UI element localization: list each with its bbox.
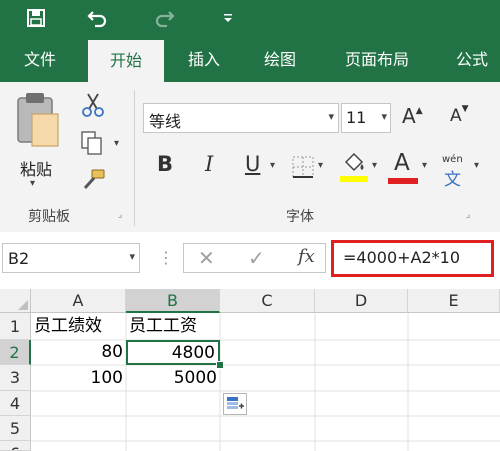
column-header-d[interactable]: D — [315, 289, 408, 313]
fill-color-dropdown-icon[interactable]: ▾ — [372, 160, 377, 171]
grow-font-arrow-icon: ▲ — [415, 106, 423, 116]
ribbon-tabs: 文件 开始 插入 绘图 页面布局 公式 — [0, 38, 500, 82]
paste-icon[interactable] — [12, 92, 64, 150]
tab-file[interactable]: 文件 — [8, 38, 72, 82]
shrink-font-button[interactable]: A▼ — [450, 104, 469, 126]
font-color-dropdown-icon[interactable]: ▾ — [422, 160, 427, 171]
italic-button[interactable]: I — [205, 152, 213, 176]
paste-label[interactable]: 粘贴 — [14, 156, 58, 180]
format-painter-icon[interactable] — [80, 168, 106, 192]
cell-a3[interactable]: 100 — [31, 365, 126, 391]
font-size-combobox[interactable]: 11 ▾ — [341, 103, 391, 133]
borders-dropdown-icon[interactable]: ▾ — [318, 160, 323, 171]
font-color-label: A — [394, 150, 410, 176]
formula-bar-buttons: ✕ ✓ fx — [183, 243, 326, 273]
clipboard-dialog-launcher-icon[interactable]: ⌟ — [118, 210, 122, 220]
row-header-4[interactable]: 4 — [0, 391, 31, 416]
tab-home[interactable]: 开始 — [88, 40, 164, 82]
auto-fill-options-icon[interactable] — [223, 393, 247, 415]
phonetic-bottom-label: 文 — [444, 170, 461, 190]
font-size-dropdown-icon[interactable]: ▾ — [381, 110, 387, 123]
name-box-value: B2 — [8, 249, 30, 268]
row-header-3[interactable]: 3 — [0, 365, 31, 391]
clipboard-group-label: 剪贴板 — [28, 209, 70, 225]
font-color-button[interactable]: A — [388, 150, 418, 184]
column-header-b[interactable]: B — [126, 289, 220, 313]
phonetic-dropdown-icon[interactable]: ▾ — [474, 160, 479, 171]
shrink-font-arrow-icon: ▼ — [461, 104, 469, 114]
name-box-dropdown-icon[interactable]: ▾ — [129, 250, 135, 263]
undo-icon[interactable] — [84, 5, 112, 31]
font-color-swatch — [388, 178, 418, 184]
bold-button[interactable]: B — [157, 152, 173, 176]
ribbon-home: 粘贴 ▾ ▾ 剪贴板 ⌟ 等线 ▾ 11 ▾ A▲ A▼ B I U ▾ ▾ ▾… — [0, 82, 500, 233]
column-header-e[interactable]: E — [408, 289, 500, 313]
font-name-value: 等线 — [149, 112, 182, 131]
borders-icon[interactable] — [292, 156, 314, 178]
copy-icon[interactable] — [80, 130, 104, 156]
cancel-icon[interactable]: ✕ — [198, 246, 215, 270]
row-header-2[interactable]: 2 — [0, 340, 31, 365]
cut-icon[interactable] — [80, 92, 106, 118]
cell-b3[interactable]: 5000 — [126, 365, 220, 391]
fill-color-icon[interactable] — [340, 152, 368, 182]
insert-function-button[interactable]: fx — [298, 246, 315, 267]
font-group-label: 字体 — [286, 209, 314, 225]
grow-font-button[interactable]: A▲ — [402, 104, 423, 128]
phonetic-top-label: wén — [442, 154, 463, 165]
font-size-value: 11 — [346, 108, 367, 127]
save-icon[interactable] — [22, 5, 50, 31]
cell-b1[interactable]: 员工工资 — [126, 313, 220, 340]
worksheet-grid: A B C D E 1 2 3 4 5 6 员工绩效 员工工资 80 4800 … — [0, 289, 500, 451]
font-name-dropdown-icon[interactable]: ▾ — [328, 110, 334, 123]
group-separator — [134, 90, 135, 226]
cell-b2-selected[interactable]: 4800 — [126, 340, 220, 365]
name-box[interactable]: B2 ▾ — [2, 243, 140, 273]
select-all-corner[interactable] — [0, 289, 31, 313]
underline-button[interactable]: U — [245, 152, 260, 176]
copy-dropdown-icon[interactable]: ▾ — [114, 138, 119, 149]
phonetic-guide-button[interactable]: wén 文 — [440, 154, 468, 190]
row-header-1[interactable]: 1 — [0, 313, 31, 340]
cell-a1[interactable]: 员工绩效 — [31, 313, 126, 340]
customize-quick-access-icon[interactable] — [218, 5, 238, 31]
grow-font-label: A — [402, 104, 416, 128]
cell-a2[interactable]: 80 — [31, 340, 126, 365]
shrink-font-label: A — [450, 106, 462, 126]
formula-input[interactable]: =4000+A2*10 — [331, 240, 494, 277]
font-name-combobox[interactable]: 等线 ▾ — [143, 103, 339, 133]
tab-draw[interactable]: 绘图 — [248, 38, 312, 82]
tab-formulas[interactable]: 公式 — [444, 38, 500, 82]
tab-page-layout[interactable]: 页面布局 — [330, 38, 424, 82]
formula-text: =4000+A2*10 — [343, 248, 461, 267]
font-dialog-launcher-icon[interactable]: ⌟ — [466, 210, 470, 220]
row-header-6[interactable]: 6 — [0, 441, 31, 451]
title-bar — [0, 0, 500, 38]
redo-icon[interactable] — [150, 5, 178, 31]
formula-bar-splitter-icon[interactable]: ⋮ — [158, 248, 174, 267]
column-header-c[interactable]: C — [220, 289, 315, 313]
underline-dropdown-icon[interactable]: ▾ — [270, 160, 275, 171]
paste-dropdown-icon[interactable]: ▾ — [30, 178, 35, 189]
row-header-5[interactable]: 5 — [0, 416, 31, 441]
enter-icon[interactable]: ✓ — [248, 246, 265, 270]
column-header-a[interactable]: A — [31, 289, 126, 313]
tab-insert[interactable]: 插入 — [172, 38, 236, 82]
